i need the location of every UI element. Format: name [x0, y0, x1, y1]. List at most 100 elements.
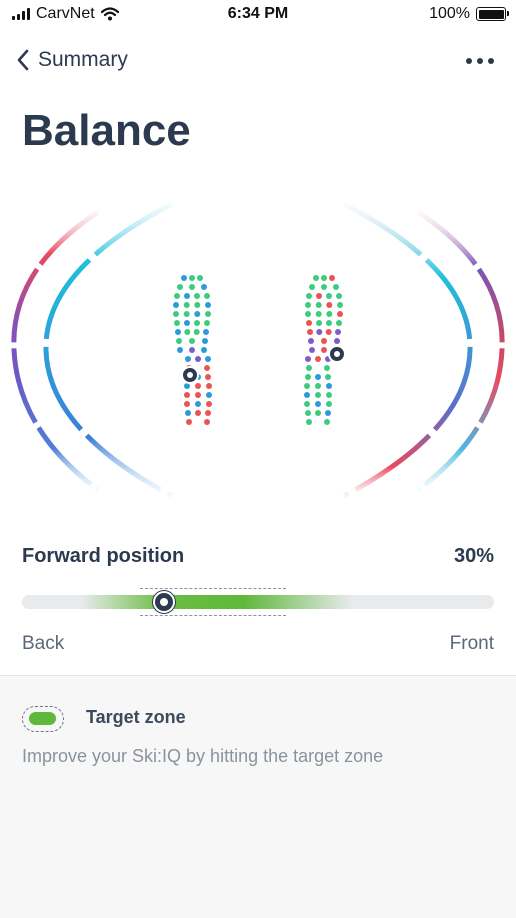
pressure-dot [307, 329, 313, 335]
pressure-dot [305, 302, 311, 308]
pressure-dot [189, 275, 195, 281]
pressure-dot [305, 374, 311, 380]
pressure-dot [313, 275, 319, 281]
pressure-dot [335, 329, 341, 335]
pressure-dot [195, 410, 201, 416]
pressure-dot [201, 347, 207, 353]
chevron-left-icon [17, 49, 29, 71]
forward-position-slider[interactable] [22, 586, 494, 618]
battery-icon [476, 7, 509, 21]
pressure-dot [315, 311, 322, 317]
pressure-dot [204, 320, 210, 326]
pressure-dot [305, 311, 311, 317]
pressure-dot [184, 320, 190, 326]
pressure-dot [315, 410, 321, 416]
pressure-dot [306, 365, 312, 371]
target-zone-top-border [140, 588, 287, 589]
pressure-dot [325, 329, 332, 335]
pressure-dot [173, 311, 179, 317]
pressure-dot [326, 383, 332, 389]
left-foot-pressure-map [173, 275, 212, 425]
pressure-dot [315, 302, 322, 308]
pressure-dot [205, 302, 211, 308]
pressure-dot [184, 293, 190, 299]
status-right: 100% [429, 5, 509, 23]
pressure-dot [181, 275, 187, 281]
pressure-dot [195, 392, 201, 398]
pressure-dot [304, 383, 310, 389]
target-zone-legend-label: Target zone [86, 707, 186, 727]
pressure-dot [183, 302, 190, 308]
pressure-dot [204, 419, 210, 425]
pressure-dot [195, 356, 201, 362]
pressure-dot [326, 302, 333, 308]
pressure-dot [193, 329, 200, 335]
slider-track [22, 595, 494, 609]
pressure-dot [326, 293, 332, 299]
pressure-dot [203, 329, 209, 335]
left-center-of-pressure-marker [181, 366, 199, 384]
left-outer-arc [11, 209, 100, 492]
pressure-dot [315, 356, 321, 362]
balance-visualization [11, 201, 505, 499]
pressure-dot [309, 347, 315, 353]
pressure-dot [316, 329, 323, 335]
pressure-dot [194, 311, 201, 317]
pressure-dot [183, 311, 190, 317]
pressure-dot [177, 347, 183, 353]
pressure-dot [337, 302, 343, 308]
pressure-dot [306, 419, 312, 425]
forward-position-value: 30% [453, 545, 494, 567]
pressure-dot [185, 356, 191, 362]
slider-max-label: Front [449, 633, 494, 654]
pressure-dot [204, 365, 210, 371]
pressure-dot [326, 311, 333, 317]
pressure-dot [316, 293, 322, 299]
right-outer-arc [416, 209, 505, 492]
pressure-dot [324, 365, 330, 371]
pressure-dot [189, 347, 195, 353]
pressure-dot [306, 293, 312, 299]
pressure-dot [333, 284, 339, 290]
pressure-dot [205, 374, 211, 380]
slider-thumb[interactable] [152, 591, 175, 613]
pressure-dot [336, 293, 342, 299]
battery-percent: 100% [429, 5, 470, 22]
pressure-dot [176, 338, 182, 344]
back-button[interactable]: Summary [16, 48, 128, 72]
pressure-dot [184, 401, 190, 407]
pressure-dot [316, 320, 322, 326]
pressure-dot [184, 329, 191, 335]
pressure-dot [177, 284, 183, 290]
pressure-dot [206, 392, 212, 398]
pressure-dot [185, 410, 191, 416]
pressure-dot [174, 320, 180, 326]
pressure-dot [175, 329, 181, 335]
pressure-dot [337, 311, 343, 317]
target-zone-fill [82, 595, 352, 609]
pressure-dot [304, 392, 310, 398]
pressure-dot [195, 383, 201, 389]
pressure-dot [325, 374, 331, 380]
nav-bar: Summary [0, 44, 516, 84]
pressure-dot [315, 383, 321, 389]
pressure-dot [197, 275, 203, 281]
pressure-dot [309, 284, 315, 290]
pressure-dot [321, 347, 327, 353]
right-inner-arc [342, 201, 473, 499]
back-label: Summary [38, 48, 128, 71]
page-title: Balance [22, 106, 191, 155]
pressure-dot [189, 338, 195, 344]
more-options-button[interactable] [466, 54, 494, 68]
pressure-dot [194, 293, 200, 299]
target-zone-hint: Improve your Ski:IQ by hitting the targe… [22, 746, 384, 766]
pressure-dot [206, 401, 212, 407]
forward-position-label: Forward position [22, 545, 185, 567]
pressure-dot [204, 293, 210, 299]
more-horizontal-icon [466, 58, 472, 64]
pressure-dot [305, 410, 311, 416]
pressure-dot [201, 284, 207, 290]
pressure-dot [336, 320, 342, 326]
status-bar: CarvNet 6:34 PM 100% [0, 0, 516, 30]
pressure-dot [206, 383, 212, 389]
